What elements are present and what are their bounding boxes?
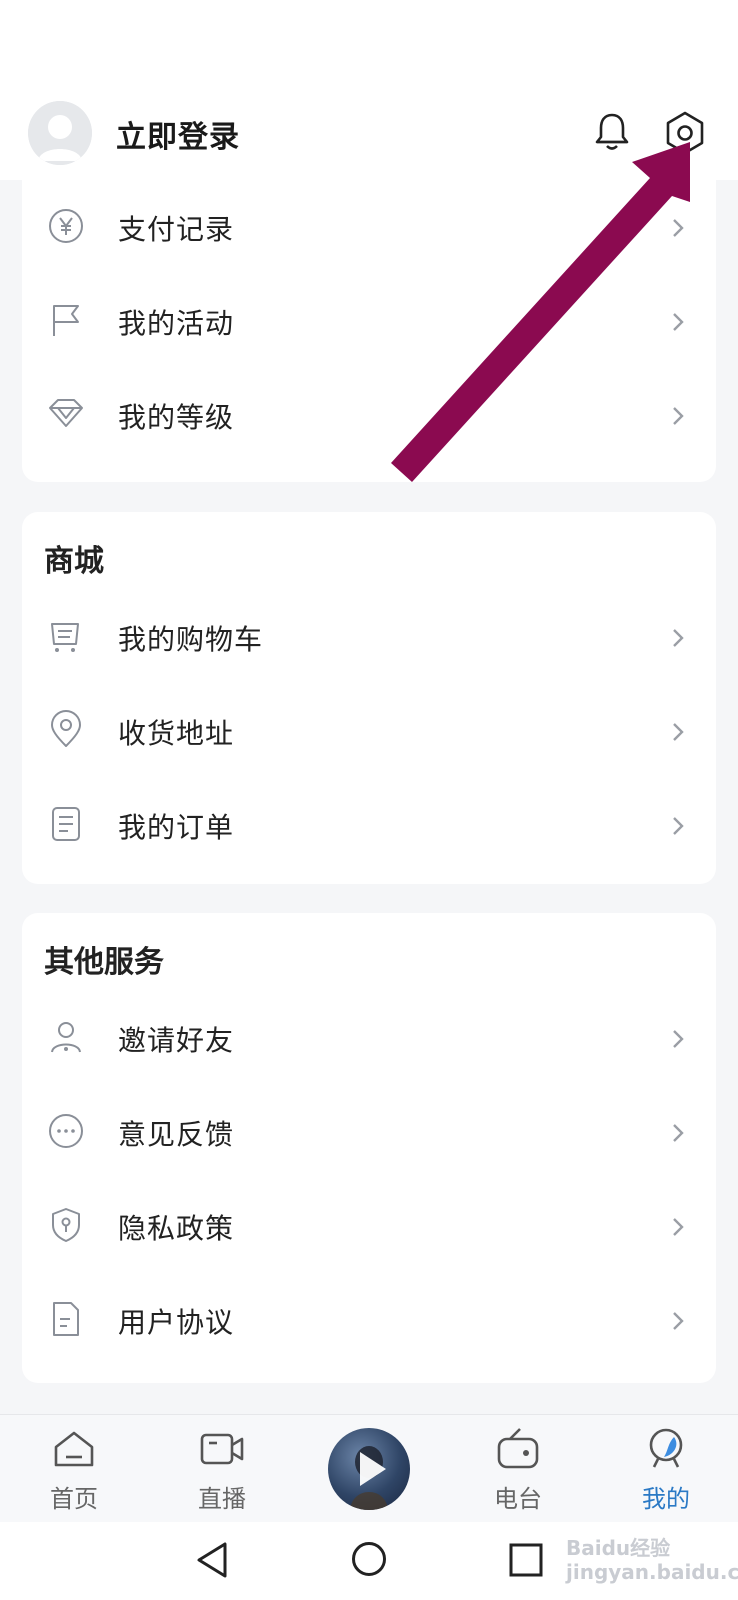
list-item-my-orders[interactable]: 我的订单: [22, 778, 716, 874]
list-item-label: 意见反馈: [118, 1118, 235, 1151]
bell-icon[interactable]: [591, 110, 633, 152]
triangle-back-icon[interactable]: [195, 1540, 231, 1580]
tab-label: 首页: [50, 1485, 98, 1513]
tab-radio[interactable]: 电台: [478, 1427, 558, 1523]
chevron-right-icon: [673, 1124, 684, 1142]
account-card: 支付记录 我的活动 我的等级: [22, 180, 716, 482]
section-title-other-services: 其他服务: [44, 945, 164, 980]
chat-bubble-icon: [49, 1114, 83, 1148]
settings-gear-icon[interactable]: [662, 110, 708, 156]
chevron-right-icon: [673, 219, 684, 237]
list-item-label: 用户协议: [118, 1306, 235, 1339]
tab-label: 直播: [198, 1485, 246, 1513]
yen-coin-icon: [49, 209, 83, 243]
section-title-mall: 商城: [44, 544, 104, 579]
chevron-right-icon: [673, 1218, 684, 1236]
chevron-right-icon: [673, 1312, 684, 1330]
list-item-label: 我的购物车: [118, 623, 264, 656]
list-item-shipping-address[interactable]: 收货地址: [22, 684, 716, 780]
chevron-right-icon: [673, 407, 684, 425]
chevron-right-icon: [673, 817, 684, 835]
home-icon: [54, 1431, 94, 1467]
list-item-label: 支付记录: [118, 213, 235, 246]
list-item-label: 我的订单: [118, 811, 235, 844]
center-play-button[interactable]: [328, 1428, 410, 1510]
tab-label: 我的: [642, 1485, 690, 1513]
system-navigation-bar: Baidu经验 jingyan.baidu.com: [0, 1522, 738, 1600]
profile-icon: [649, 1428, 683, 1468]
location-pin-icon: [51, 710, 81, 747]
square-recents-icon[interactable]: [508, 1542, 544, 1578]
chevron-right-icon: [673, 629, 684, 647]
tab-live[interactable]: 直播: [182, 1427, 262, 1523]
chevron-right-icon: [673, 1030, 684, 1048]
user-avatar-icon: [28, 101, 92, 165]
tab-label: 电台: [494, 1485, 542, 1513]
play-icon: [350, 1446, 388, 1510]
list-item-label: 收货地址: [118, 717, 235, 750]
diamond-icon: [49, 399, 83, 427]
list-item-payment-records[interactable]: 支付记录: [22, 180, 716, 276]
list-item-label: 隐私政策: [118, 1212, 235, 1245]
tab-home[interactable]: 首页: [34, 1427, 114, 1523]
list-item-user-agreement[interactable]: 用户协议: [22, 1273, 716, 1369]
chevron-right-icon: [673, 313, 684, 331]
list-item-invite-friends[interactable]: 邀请好友: [22, 991, 716, 1087]
list-item-label: 我的活动: [118, 307, 235, 340]
login-button[interactable]: 立即登录: [116, 112, 240, 156]
list-item-my-activities[interactable]: 我的活动: [22, 274, 716, 370]
flag-icon: [53, 305, 79, 336]
services-card: 其他服务 邀请好友 意见反馈 隐私政策 用户协议: [22, 913, 716, 1383]
mall-card: 商城 我的购物车 收货地址 我的订单: [22, 512, 716, 884]
avatar[interactable]: [28, 101, 92, 165]
list-item-label: 邀请好友: [118, 1024, 235, 1057]
order-list-icon: [52, 807, 80, 841]
tab-mine[interactable]: 我的: [626, 1427, 706, 1523]
radio-icon: [497, 1428, 539, 1469]
list-item-shopping-cart[interactable]: 我的购物车: [22, 590, 716, 686]
shield-icon: [52, 1208, 80, 1242]
user-icon: [51, 1022, 81, 1053]
list-item-feedback[interactable]: 意见反馈: [22, 1085, 716, 1181]
list-item-my-level[interactable]: 我的等级: [22, 368, 716, 464]
circle-home-icon[interactable]: [350, 1540, 388, 1578]
chevron-right-icon: [673, 723, 684, 741]
document-icon: [53, 1302, 79, 1336]
video-camera-icon: [200, 1433, 244, 1465]
cart-icon: [51, 623, 79, 652]
profile-header: 立即登录: [0, 0, 738, 180]
list-item-label: 我的等级: [118, 401, 235, 434]
list-item-privacy-policy[interactable]: 隐私政策: [22, 1179, 716, 1275]
watermark: Baidu经验 jingyan.baidu.com: [566, 1536, 738, 1584]
